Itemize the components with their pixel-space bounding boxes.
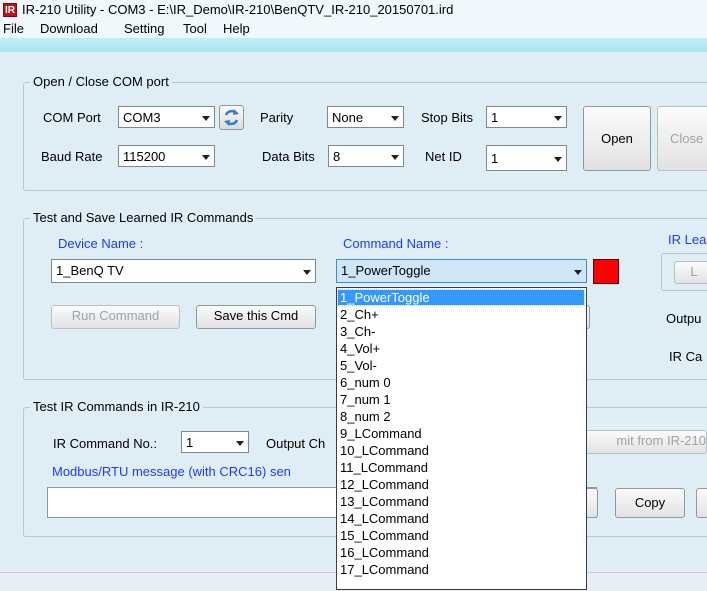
toolbar-strip — [0, 38, 707, 52]
menu-help[interactable]: Help — [223, 21, 250, 36]
chevron-down-icon — [236, 441, 244, 446]
parity-label: Parity — [260, 110, 294, 125]
com-port-select[interactable]: COM3 — [118, 106, 215, 128]
stop-bits-label: Stop Bits — [421, 110, 474, 125]
command-name-value: 1_PowerToggle — [341, 263, 431, 278]
baud-rate-label: Baud Rate — [41, 149, 103, 164]
ir-carrier-label: IR Ca — [669, 349, 703, 364]
menu-file[interactable]: File — [3, 21, 24, 36]
com-port-value: COM3 — [123, 110, 161, 125]
data-bits-label: Data Bits — [262, 149, 315, 164]
ir-command-no-select[interactable]: 1 — [181, 431, 249, 453]
learn-button[interactable]: L — [674, 261, 707, 284]
stop-bits-select[interactable]: 1 — [486, 106, 567, 128]
output-ch-label: Output Ch — [266, 436, 326, 451]
command-name-dropdown[interactable]: 1_PowerToggle 2_Ch+ 3_Ch- 4_Vol+ 5_Vol- … — [336, 287, 587, 590]
parity-value: None — [332, 110, 364, 125]
save-cmd-button[interactable]: Save this Cmd — [196, 305, 316, 329]
data-bits-select[interactable]: 8 — [328, 145, 404, 167]
chevron-down-icon — [574, 270, 582, 275]
dropdown-item[interactable]: 17_LCommand — [340, 562, 429, 577]
output-label: Outpu — [666, 311, 702, 326]
transmit-button-label: mit from IR-210 — [616, 433, 706, 448]
menu-setting[interactable]: Setting — [124, 21, 164, 36]
menu-download[interactable]: Download — [40, 21, 98, 36]
close-button[interactable]: Close — [657, 106, 707, 171]
stop-bits-value: 1 — [491, 110, 499, 125]
refresh-icon — [224, 109, 239, 126]
device-name-value: 1_BenQ TV — [56, 263, 124, 278]
net-id-label: Net ID — [425, 149, 462, 164]
baud-rate-value: 115200 — [123, 149, 166, 164]
dropdown-item[interactable]: 5_Vol- — [340, 358, 377, 373]
app-icon: IR — [3, 3, 17, 17]
dropdown-item[interactable]: 11_LCommand — [340, 460, 428, 475]
learn-group-title: Test and Save Learned IR Commands — [30, 210, 257, 225]
chevron-down-icon — [303, 270, 311, 275]
dropdown-item[interactable]: 12_LCommand — [340, 477, 429, 492]
dropdown-item[interactable]: 15_LCommand — [340, 528, 429, 543]
ir-learn-label: IR Lea — [668, 232, 707, 247]
net-id-value: 1 — [491, 151, 499, 166]
run-command-button[interactable]: Run Command — [51, 305, 180, 329]
chevron-down-icon — [202, 155, 210, 160]
device-name-select[interactable]: 1_BenQ TV — [51, 259, 316, 283]
chevron-down-icon — [202, 116, 210, 121]
dropdown-item[interactable]: 1_PowerToggle — [337, 289, 585, 306]
dropdown-item[interactable]: 8_num 2 — [340, 409, 391, 424]
com-port-group-title: Open / Close COM port — [30, 74, 172, 89]
dropdown-item[interactable]: 10_LCommand — [340, 443, 429, 458]
status-indicator — [593, 259, 619, 284]
window-title: IR-210 Utility - COM3 - E:\IR_Demo\IR-21… — [22, 2, 454, 17]
baud-rate-select[interactable]: 115200 — [118, 145, 215, 167]
dropdown-item[interactable]: 2_Ch+ — [340, 307, 379, 322]
open-button[interactable]: Open — [583, 106, 651, 171]
chevron-down-icon — [391, 155, 399, 160]
title-bar: IR IR-210 Utility - COM3 - E:\IR_Demo\IR… — [0, 0, 707, 20]
next-button[interactable] — [696, 488, 707, 518]
dropdown-item[interactable]: 6_num 0 — [340, 375, 391, 390]
ir-command-no-value: 1 — [186, 435, 194, 450]
modbus-label: Modbus/RTU message (with CRC16) sen — [52, 464, 291, 479]
dropdown-item[interactable]: 14_LCommand — [340, 511, 429, 526]
ir-command-no-label: IR Command No.: — [53, 436, 158, 451]
device-name-label: Device Name : — [58, 236, 144, 251]
net-id-select[interactable]: 1 — [486, 145, 567, 171]
dropdown-item[interactable]: 13_LCommand — [340, 494, 429, 509]
menu-tool[interactable]: Tool — [183, 21, 207, 36]
menu-bar: File Download Setting Tool Help — [0, 20, 707, 38]
chevron-down-icon — [391, 116, 399, 121]
command-name-select[interactable]: 1_PowerToggle — [336, 259, 587, 283]
test-group-title: Test IR Commands in IR-210 — [30, 399, 203, 414]
chevron-down-icon — [554, 157, 562, 162]
command-name-label: Command Name : — [343, 236, 449, 251]
dropdown-item[interactable]: 16_LCommand — [340, 545, 429, 560]
chevron-down-icon — [554, 116, 562, 121]
dropdown-item[interactable]: 7_num 1 — [340, 392, 391, 407]
com-port-label: COM Port — [43, 110, 101, 125]
dropdown-item[interactable]: 3_Ch- — [340, 324, 375, 339]
refresh-button[interactable] — [219, 105, 244, 130]
dropdown-item[interactable]: 4_Vol+ — [340, 341, 380, 356]
dropdown-item[interactable]: 9_LCommand — [340, 426, 422, 441]
data-bits-value: 8 — [333, 149, 341, 164]
parity-select[interactable]: None — [327, 106, 404, 128]
copy-button[interactable]: Copy — [615, 488, 685, 518]
